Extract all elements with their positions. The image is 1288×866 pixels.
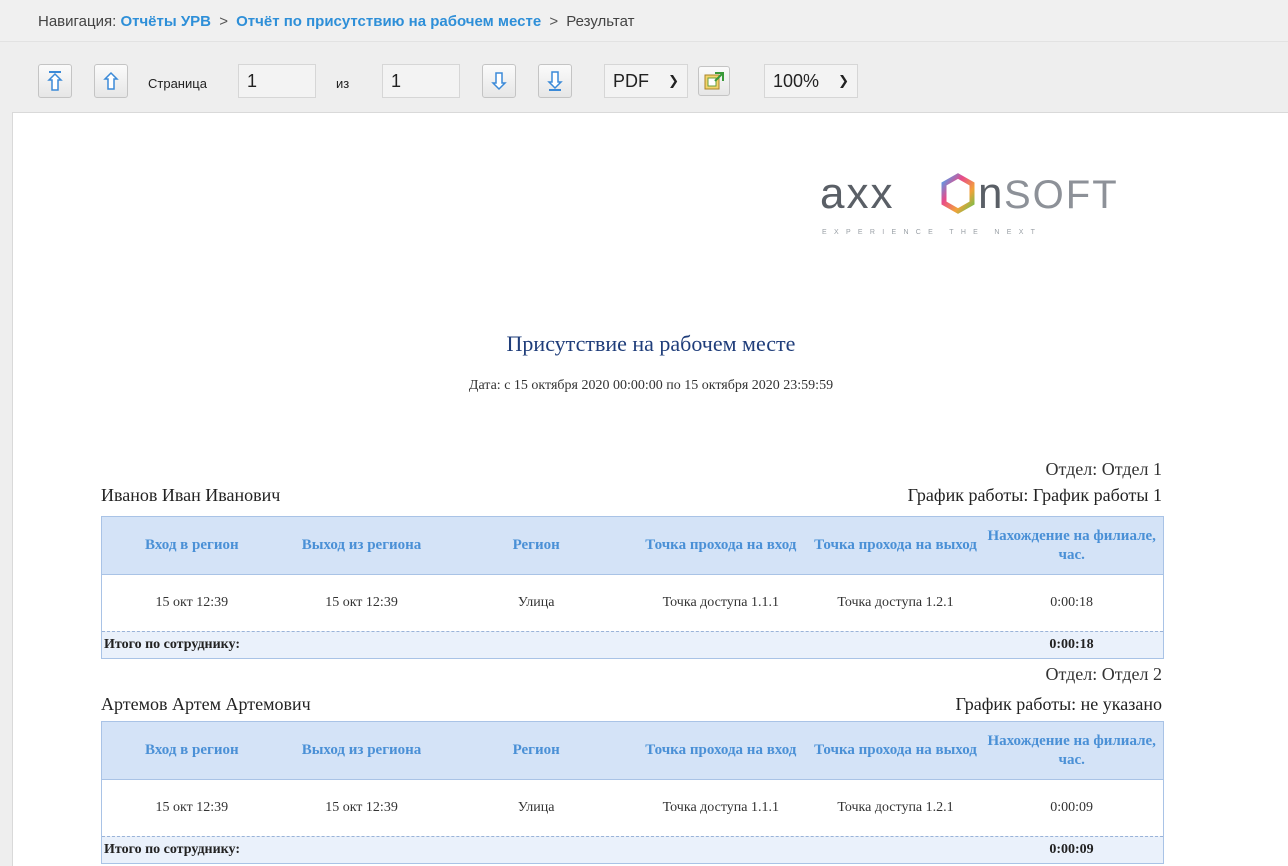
- breadcrumb-prefix: Навигация:: [38, 13, 117, 30]
- table-cell: Точка доступа 1.2.1: [837, 595, 954, 610]
- table-header-row: Вход в регион Выход из региона Регион То…: [102, 517, 1163, 574]
- total-pages-field: [382, 64, 460, 98]
- total-value: 0:00:09: [1049, 842, 1094, 857]
- breadcrumb-link-presence-report[interactable]: Отчёт по присутствию на рабочем месте: [236, 13, 541, 30]
- table-cell: 15 окт 12:39: [325, 800, 398, 815]
- column-header: Точка прохода на вход: [645, 742, 797, 758]
- table-cell: Улица: [517, 595, 555, 610]
- breadcrumb-separator: >: [219, 13, 228, 30]
- first-page-icon: [47, 71, 63, 91]
- column-header: Регион: [512, 742, 560, 758]
- page-number-input[interactable]: [238, 64, 316, 98]
- chevron-down-icon: ❯: [838, 73, 849, 88]
- column-header: Вход в регион: [145, 537, 239, 553]
- last-page-button[interactable]: [538, 64, 572, 98]
- employee-name: Иванов Иван Иванович: [101, 485, 281, 505]
- column-header: Нахождение на филиале, час.: [987, 732, 1156, 768]
- report-toolbar: Страница из PDF ❯ 100% ❯: [0, 42, 1288, 112]
- table-cell: Улица: [517, 800, 555, 815]
- brand-logo-image: axx n SOFT EXPERIENCE THE NEXT: [820, 169, 1119, 236]
- breadcrumb-current: Результат: [566, 13, 635, 30]
- report-page: axx n SOFT EXPERIENCE THE NEXT Присутств…: [12, 112, 1288, 866]
- table-cell: 0:00:09: [1050, 800, 1094, 815]
- export-icon: [704, 72, 724, 90]
- employee-name: Артемов Артем Артемович: [101, 694, 311, 714]
- table-row: 15 окт 12:39 15 окт 12:39 Улица Точка до…: [102, 779, 1163, 836]
- breadcrumb: Навигация: Отчёты УРВ > Отчёт по присутс…: [38, 13, 635, 30]
- report-title: Присутствие на рабочем месте: [506, 331, 796, 356]
- axxonsoft-logo: axx n SOFT EXPERIENCE THE NEXT: [820, 161, 1180, 241]
- column-header: Выход из региона: [301, 537, 422, 553]
- column-header: Регион: [512, 537, 560, 553]
- employee-total-row: Итого по сотруднику: 0:00:18: [102, 631, 1163, 658]
- column-header: Вход в регион: [145, 742, 239, 758]
- column-header: Точка прохода на выход: [814, 742, 977, 758]
- of-label: из: [336, 76, 350, 91]
- previous-page-button[interactable]: [94, 64, 128, 98]
- table-cell: Точка доступа 1.2.1: [837, 800, 954, 815]
- table-cell: Точка доступа 1.1.1: [662, 800, 779, 815]
- column-header: Нахождение на филиале, час.: [987, 527, 1156, 563]
- work-schedule-label: График работы: не указано: [955, 694, 1163, 714]
- report-date: Дата: с 15 октября 2020 00:00:00 по 15 о…: [468, 378, 834, 393]
- employee-total-row: Итого по сотруднику: 0:00:09: [102, 836, 1163, 863]
- table-cell: Точка доступа 1.1.1: [662, 595, 779, 610]
- arrow-down-icon: [491, 72, 507, 91]
- table-cell: 15 окт 12:39: [155, 595, 229, 610]
- export-button[interactable]: [698, 66, 730, 96]
- breadcrumb-link-reports[interactable]: Отчёты УРВ: [120, 13, 211, 30]
- table-row: 15 окт 12:39 15 окт 12:39 Улица Точка до…: [102, 574, 1163, 631]
- zoom-value: 100%: [773, 70, 820, 91]
- table-cell: 0:00:18: [1050, 595, 1094, 610]
- next-page-button[interactable]: [482, 64, 516, 98]
- first-page-button[interactable]: [38, 64, 72, 98]
- department-label: Отдел: Отдел 2: [1045, 664, 1162, 684]
- page-label: Страница: [148, 76, 207, 91]
- table-cell: 15 окт 12:39: [325, 595, 398, 610]
- export-format-value: PDF: [613, 70, 649, 91]
- work-schedule-label: График работы: График работы 1: [907, 485, 1162, 505]
- navigation-bar: Навигация: Отчёты УРВ > Отчёт по присутс…: [0, 0, 1288, 42]
- attendance-table: Вход в регион Выход из региона Регион То…: [101, 721, 1164, 864]
- table-header-row: Вход в регион Выход из региона Регион То…: [102, 722, 1163, 779]
- total-label: Итого по сотруднику:: [104, 637, 241, 652]
- column-header: Точка прохода на выход: [814, 537, 977, 553]
- chevron-down-icon: ❯: [668, 73, 679, 88]
- zoom-select[interactable]: 100% ❯: [764, 64, 858, 98]
- last-page-icon: [547, 71, 563, 91]
- total-value: 0:00:18: [1049, 637, 1094, 652]
- column-header: Выход из региона: [301, 742, 422, 758]
- table-cell: 15 окт 12:39: [155, 800, 229, 815]
- svg-text:n: n: [978, 169, 1002, 218]
- breadcrumb-separator: >: [549, 13, 559, 30]
- export-format-select[interactable]: PDF ❯: [604, 64, 688, 98]
- attendance-table: Вход в регион Выход из региона Регион То…: [101, 516, 1164, 659]
- arrow-up-icon: [103, 71, 119, 90]
- total-label: Итого по сотруднику:: [104, 842, 241, 857]
- column-header: Точка прохода на вход: [645, 537, 797, 553]
- svg-text:SOFT: SOFT: [1004, 173, 1119, 217]
- department-label: Отдел: Отдел 1: [1045, 459, 1162, 479]
- svg-text:axx: axx: [820, 169, 894, 218]
- svg-text:EXPERIENCE THE NEXT: EXPERIENCE THE NEXT: [822, 229, 1042, 236]
